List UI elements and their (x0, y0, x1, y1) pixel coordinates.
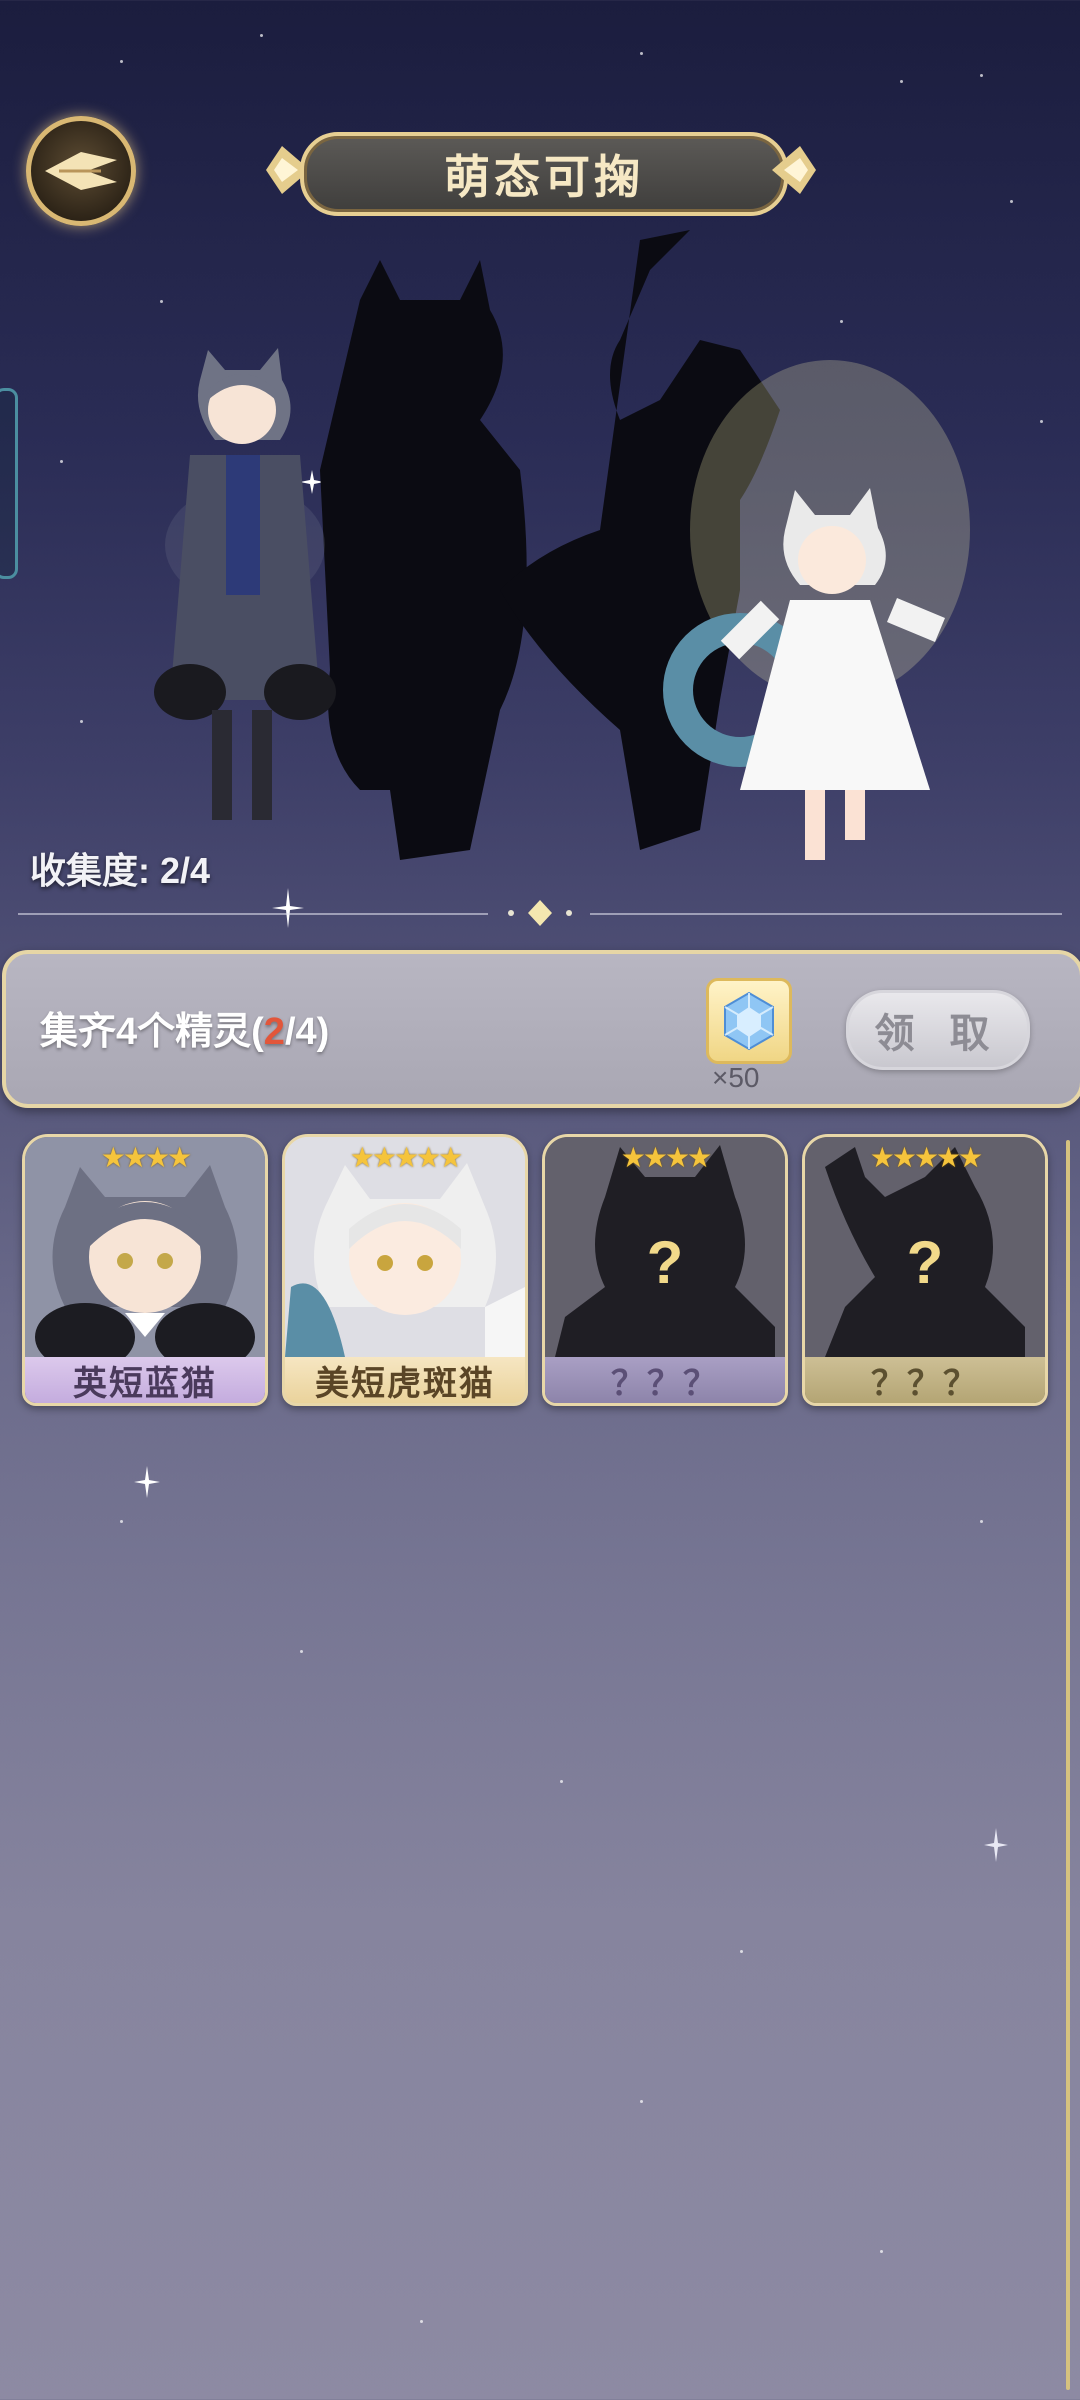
back-arrow-icon (45, 152, 117, 190)
sparkle-icon (984, 1828, 1008, 1862)
back-button[interactable] (26, 116, 136, 226)
crystal-gem-icon (724, 991, 774, 1051)
claim-button[interactable]: 领 取 (846, 990, 1030, 1070)
character-card[interactable]: ★★★★★ 美短虎斑猫 (282, 1134, 528, 1406)
collection-progress-value: 2/4 (160, 850, 211, 891)
reward-item[interactable] (706, 978, 792, 1064)
title-banner: 萌态可掬 (300, 132, 788, 216)
blue-cat-character (154, 348, 336, 820)
collection-progress: 收集度: 2/4 (30, 842, 210, 894)
title-ornament-right-icon (772, 146, 816, 194)
unknown-question-mark: ? (907, 1229, 944, 1296)
divider (18, 913, 488, 915)
sparkle-icon (134, 1466, 160, 1498)
rarity-stars: ★★★★★ (349, 1142, 464, 1173)
reward-collected-count: 2 (263, 1011, 285, 1053)
reward-text-suffix: /4) (284, 1011, 330, 1053)
collection-progress-label: 收集度: (30, 850, 150, 891)
locked-character-card[interactable]: ? ★★★★★ ？？？ (802, 1134, 1048, 1406)
scrollbar[interactable] (1066, 1140, 1070, 2390)
character-name: ？？？ (545, 1357, 785, 1403)
character-card[interactable]: ★★★★ 英短蓝猫 (22, 1134, 268, 1406)
character-card-list: ★★★★ 英短蓝猫 ★★★★★ 美短虎斑猫 ? ★★★★ ？？？ ? ★★★★★… (22, 1134, 1052, 1406)
collection-reward-panel: 集齐4个精灵(2/4) ×50 领 取 (2, 950, 1080, 1108)
character-name: ？？？ (805, 1357, 1045, 1403)
character-name: 英短蓝猫 (25, 1357, 265, 1403)
locked-character-card[interactable]: ? ★★★★ ？？？ (542, 1134, 788, 1406)
locked-character-silhouette (320, 260, 527, 860)
page-title: 萌态可掬 (444, 151, 644, 203)
character-name: 美短虎斑猫 (285, 1357, 525, 1403)
rarity-stars: ★★★★★ (869, 1142, 984, 1173)
reward-text-prefix: 集齐4个精灵( (40, 1011, 264, 1053)
tabby-cat-character (663, 360, 970, 860)
rarity-stars: ★★★★ (100, 1142, 192, 1173)
divider (590, 913, 1062, 915)
character-showcase (0, 230, 1080, 930)
reward-quantity: ×50 (712, 1062, 760, 1093)
unknown-question-mark: ? (647, 1229, 684, 1296)
page-indicator (508, 900, 572, 926)
rarity-stars: ★★★★ (620, 1142, 712, 1173)
reward-condition-text: 集齐4个精灵(2/4) (40, 1000, 329, 1055)
